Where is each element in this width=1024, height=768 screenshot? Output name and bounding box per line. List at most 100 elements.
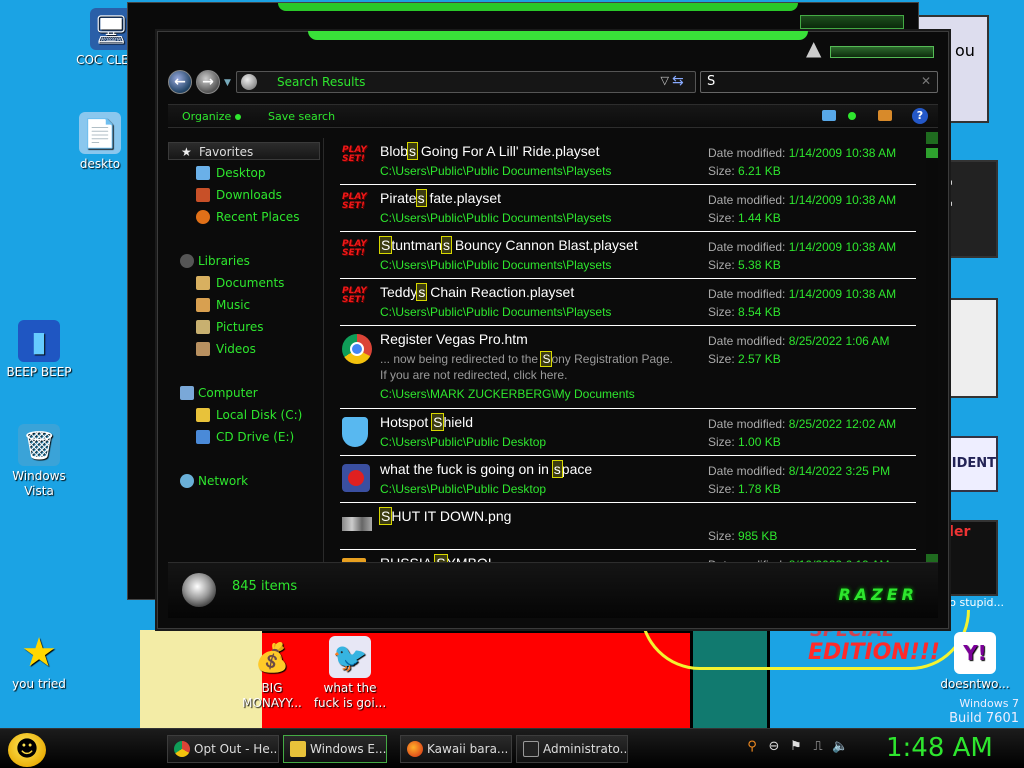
desktop-icon-desktop[interactable]: 📄 deskto [72, 112, 128, 172]
result-size: Size: 6.21 KB [708, 164, 781, 178]
explorer-window[interactable]: ▲ ← → ▼ Search Results ▽ ⇆ S ✕ Organize … [157, 31, 949, 629]
result-path: C:\Users\Public\Public Desktop [380, 435, 547, 449]
result-row[interactable]: PLAY SET! Pirates fate.playset C:\Users\P… [340, 185, 916, 232]
size-label: Size: [708, 529, 735, 543]
volume-icon[interactable]: 🔈 [832, 739, 848, 755]
start-button[interactable]: ☻ [8, 733, 46, 767]
date-value: 8/14/2022 3:25 PM [788, 464, 891, 478]
taskbar-button-label: Windows E... [310, 742, 387, 756]
minus-icon[interactable]: ⊖ [766, 739, 782, 755]
network-icon[interactable]: ⎍ [810, 739, 826, 755]
nav-item-cd-drive[interactable]: CD Drive (E:) [192, 428, 294, 446]
match-highlight: S [378, 236, 393, 254]
command-prompt-icon [523, 741, 539, 757]
desktop-icon-big-monayy[interactable]: 💰 BIG MONAYY... [233, 636, 311, 711]
result-name: Pirates fate.playset [380, 189, 501, 207]
size-label: Size: [708, 211, 735, 225]
snippet-text: ... now being redirected to the [380, 352, 542, 366]
scroll-up-button[interactable] [926, 132, 938, 144]
result-row[interactable]: PLAY SET! Stuntmans Bouncy Cannon Blast.p… [340, 232, 916, 279]
desktop-icon-you-tried[interactable]: ★ you tried [0, 632, 78, 692]
view-dropdown-icon[interactable] [848, 112, 856, 120]
desktop-icon-angry-birds[interactable]: 🐦 what the fuck is goi... [311, 636, 389, 711]
help-icon[interactable]: ? [912, 108, 928, 124]
name-text: hield [443, 414, 474, 430]
view-options-icon[interactable] [822, 110, 836, 121]
nav-item-recent-places[interactable]: Recent Places [192, 208, 299, 226]
nav-item-desktop[interactable]: Desktop [192, 164, 266, 182]
phone-icon: ▮ [18, 320, 60, 362]
results-scrollbar[interactable] [926, 132, 938, 566]
clear-search-icon[interactable]: ✕ [921, 74, 931, 88]
result-size: Size: 1.00 KB [708, 435, 781, 449]
nav-item-videos[interactable]: Videos [192, 340, 256, 358]
result-row[interactable]: SHUT IT DOWN.png Size: 985 KB [340, 503, 916, 550]
result-date: Date modified: 1/14/2009 10:38 AM [708, 146, 896, 160]
search-input[interactable]: S ✕ [700, 71, 938, 93]
result-size: Size: 2.57 KB [708, 352, 781, 366]
dropdown-dot-icon [235, 114, 242, 120]
address-dropdown-icon[interactable]: ▽ [661, 74, 669, 87]
name-text: Chain Reaction.playset [426, 284, 575, 300]
taskbar-button-label: Opt Out - He... [194, 742, 279, 756]
desktop-icon-beep-beep[interactable]: ▮ BEEP BEEP [0, 320, 78, 380]
breadcrumb[interactable]: Search Results [277, 75, 365, 89]
nav-item-documents[interactable]: Documents [192, 274, 284, 292]
desktop-icon-label: deskto [79, 157, 121, 171]
window-controls[interactable] [800, 15, 904, 29]
result-path: C:\Users\Public\Public Desktop [380, 482, 547, 496]
nav-item-label: Recent Places [216, 210, 300, 224]
nav-computer[interactable]: Computer [168, 384, 320, 402]
playset-icon: PLAY SET! [342, 286, 367, 305]
size-label: Size: [708, 164, 735, 178]
taskbar-button-explorer[interactable]: Windows E... [283, 735, 387, 763]
action-center-icon[interactable]: ⚑ [788, 739, 804, 755]
window-controls[interactable] [830, 46, 934, 58]
name-text: Hotspot [380, 414, 433, 430]
nav-item-pictures[interactable]: Pictures [192, 318, 264, 336]
network-icon [180, 474, 194, 488]
result-date: Date modified: 8/25/2022 12:02 AM [708, 417, 896, 431]
nav-item-label: Local Disk (C:) [216, 408, 303, 422]
result-path: C:\Users\Public\Public Documents\Playset… [380, 258, 612, 272]
panel-caption: o stupid... [949, 596, 1004, 609]
nav-item-local-disk[interactable]: Local Disk (C:) [192, 406, 302, 424]
yahoo-messenger-icon: Y! [954, 632, 996, 674]
desktop-icon-yahoo[interactable]: Y! doesntwo... [936, 632, 1014, 692]
preview-pane-icon[interactable] [878, 110, 892, 121]
result-path: C:\Users\Public\Public Documents\Playset… [380, 305, 612, 319]
address-bar[interactable]: Search Results ▽ [236, 71, 696, 93]
taskbar-button-cmd[interactable]: Administrato... [516, 735, 628, 763]
window-glow [278, 3, 798, 11]
desktop-icon [196, 166, 210, 180]
scroll-thumb[interactable] [926, 148, 938, 158]
nav-item-music[interactable]: Music [192, 296, 250, 314]
save-search-button[interactable]: Save search [268, 110, 335, 123]
clock[interactable]: 1:48 AM [886, 733, 993, 763]
taskbar: ☻ Opt Out - He... Windows E... Kawaii ba… [0, 728, 1024, 768]
nav-network[interactable]: Network [168, 472, 320, 490]
nav-libraries[interactable]: Libraries [168, 252, 320, 270]
nav-item-downloads[interactable]: Downloads [192, 186, 282, 204]
recent-pages-dropdown[interactable]: ▼ [224, 78, 231, 88]
back-button[interactable]: ← [168, 70, 192, 94]
refresh-icon[interactable]: ⇆ [672, 73, 684, 89]
desktop-icon-recycle-bin[interactable]: 🗑 Windows Vista [0, 424, 78, 499]
result-size: Size: 985 KB [708, 529, 777, 543]
result-row[interactable]: Register Vegas Pro.htm ... now being red… [340, 326, 916, 409]
name-text: tuntman [391, 237, 442, 253]
taskbar-button-firefox[interactable]: Kawaii bara... [400, 735, 512, 763]
forward-button[interactable]: → [196, 70, 220, 94]
nav-item-label: Videos [216, 342, 256, 356]
result-row[interactable]: PLAY SET! Blobs Going For A Lill' Ride.pl… [340, 138, 916, 185]
search-icon[interactable]: ⚲ [744, 739, 760, 755]
taskbar-button-chrome[interactable]: Opt Out - He... [167, 735, 279, 763]
nav-favorites[interactable]: ★ Favorites [168, 142, 320, 160]
result-row[interactable]: Hotspot Shield C:\Users\Public\Public De… [340, 409, 916, 456]
os-watermark: Windows 7 Build 7601 [949, 696, 1019, 726]
result-row[interactable]: PLAY SET! Teddys Chain Reaction.playset C… [340, 279, 916, 326]
result-row[interactable]: what the fuck is going on in space C:\Us… [340, 456, 916, 503]
size-value: 1.78 KB [738, 482, 781, 496]
organize-button[interactable]: Organize [182, 110, 242, 123]
desktop-icon-label: doesntwo... [940, 677, 1010, 691]
